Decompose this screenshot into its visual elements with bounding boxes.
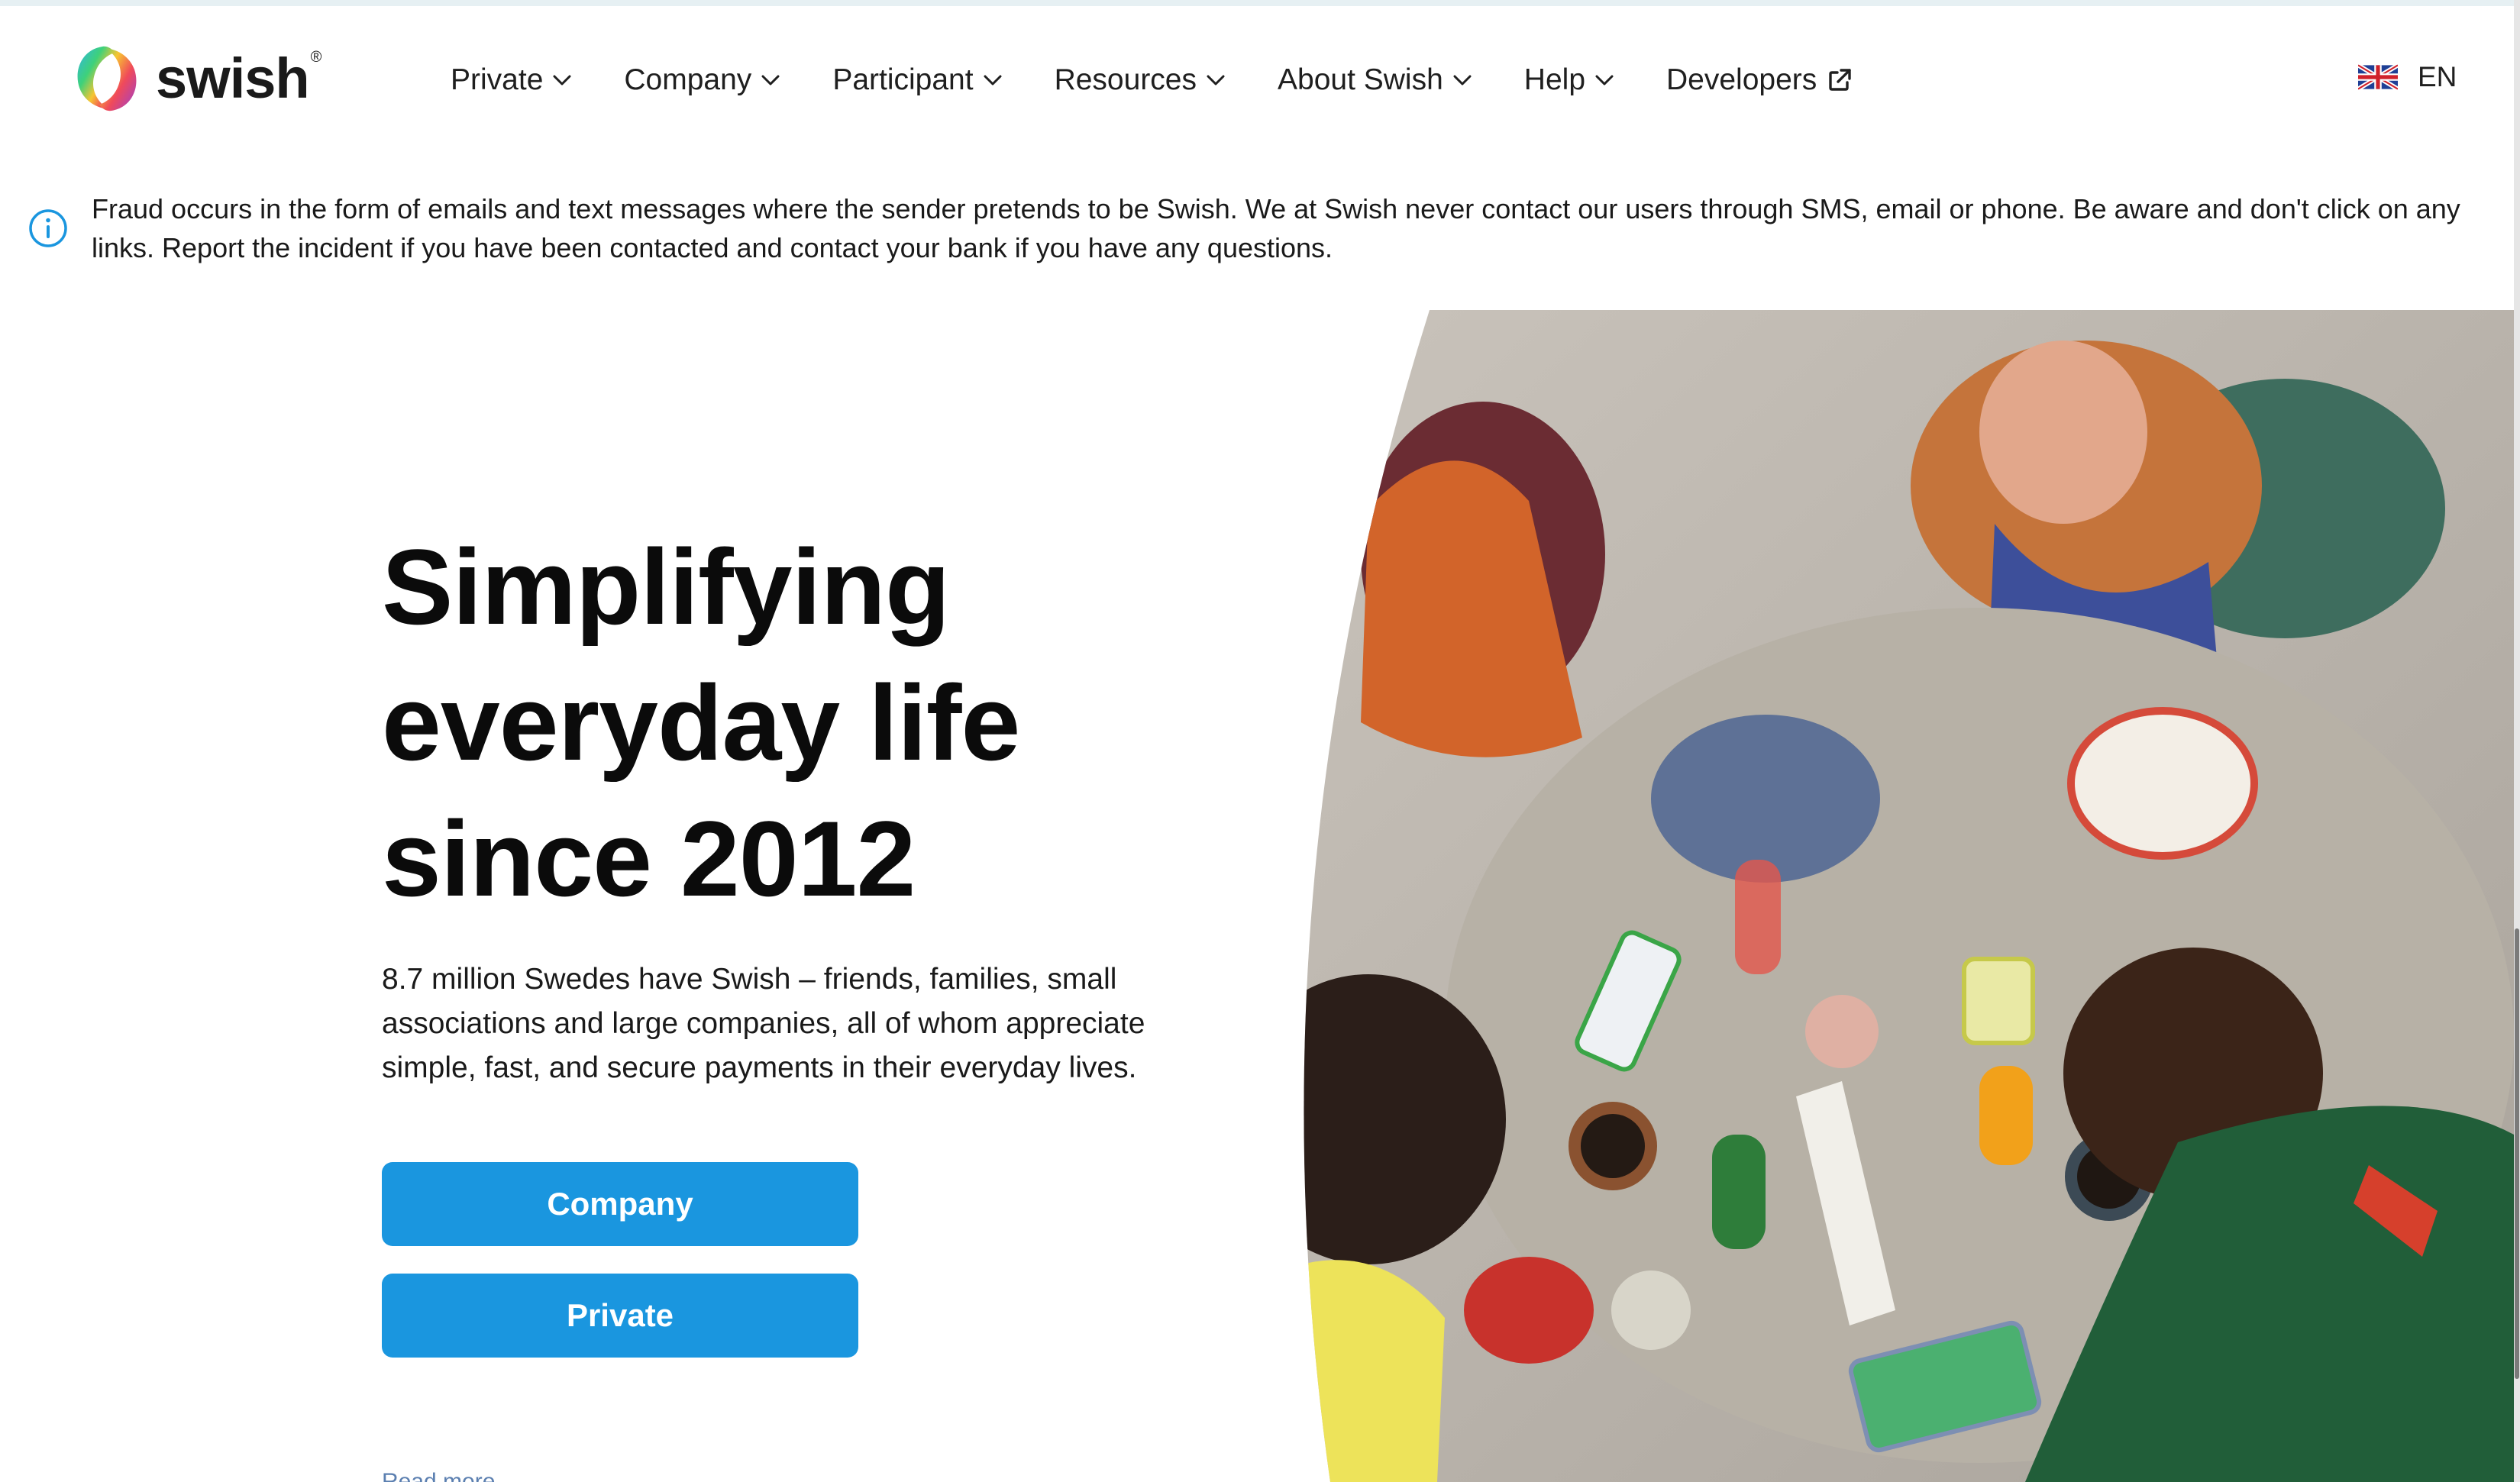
- company-button[interactable]: Company: [382, 1162, 858, 1246]
- hero-photo: [1304, 310, 2514, 1482]
- swish-logo[interactable]: swish ®: [69, 37, 321, 121]
- nav-item-label: Private: [451, 63, 544, 96]
- chevron-down-icon: [1453, 75, 1472, 86]
- external-link-icon: [1829, 69, 1851, 91]
- uk-flag-icon: [2358, 63, 2398, 91]
- nav-item-developers[interactable]: Developers: [1666, 63, 1853, 97]
- nav-item-help[interactable]: Help: [1524, 63, 1614, 97]
- chevron-down-icon: [553, 75, 571, 86]
- top-stripe: [0, 0, 2520, 6]
- scrollbar[interactable]: [2514, 0, 2520, 1482]
- chevron-down-icon: [761, 75, 780, 86]
- nav-item-company[interactable]: Company: [624, 63, 780, 97]
- nav-item-label: About Swish: [1278, 63, 1443, 96]
- nav-item-resources[interactable]: Resources: [1055, 63, 1226, 97]
- nav-item-label: Company: [624, 63, 752, 96]
- language-code: EN: [2418, 61, 2457, 92]
- chevron-down-icon: [984, 75, 1002, 86]
- registered-mark: ®: [310, 48, 322, 66]
- main-nav: Private Company Participant Resources Ab…: [451, 53, 1853, 107]
- nav-item-label: Participant: [832, 63, 974, 96]
- nav-item-label: Developers: [1666, 63, 1817, 96]
- chevron-down-icon: [1207, 75, 1225, 86]
- site-header: swish ® Private Company Participant Reso…: [0, 6, 2514, 144]
- logo-wordmark: swish: [156, 47, 310, 110]
- nav-item-participant[interactable]: Participant: [832, 63, 1002, 97]
- hero-subtitle: 8.7 million Swedes have Swish – friends,…: [382, 963, 1145, 1084]
- language-selector[interactable]: EN: [2358, 61, 2457, 93]
- read-more-link[interactable]: Read more: [382, 1464, 495, 1482]
- nav-item-private[interactable]: Private: [451, 63, 572, 97]
- scrollbar-thumb[interactable]: [2515, 928, 2519, 1379]
- chevron-down-icon: [1595, 75, 1614, 86]
- nav-item-label: Help: [1523, 63, 1586, 96]
- hero-title: Simplifying everyday life since 2012: [382, 527, 1020, 919]
- info-icon: [29, 209, 67, 247]
- fraud-notice-text: Fraud occurs in the form of emails and t…: [92, 193, 2460, 263]
- fraud-notice: Fraud occurs in the form of emails and t…: [27, 189, 2502, 267]
- nav-item-label: Resources: [1054, 63, 1197, 96]
- nav-item-about-swish[interactable]: About Swish: [1278, 63, 1472, 97]
- swish-logo-icon: [77, 46, 137, 111]
- private-button[interactable]: Private: [382, 1274, 858, 1358]
